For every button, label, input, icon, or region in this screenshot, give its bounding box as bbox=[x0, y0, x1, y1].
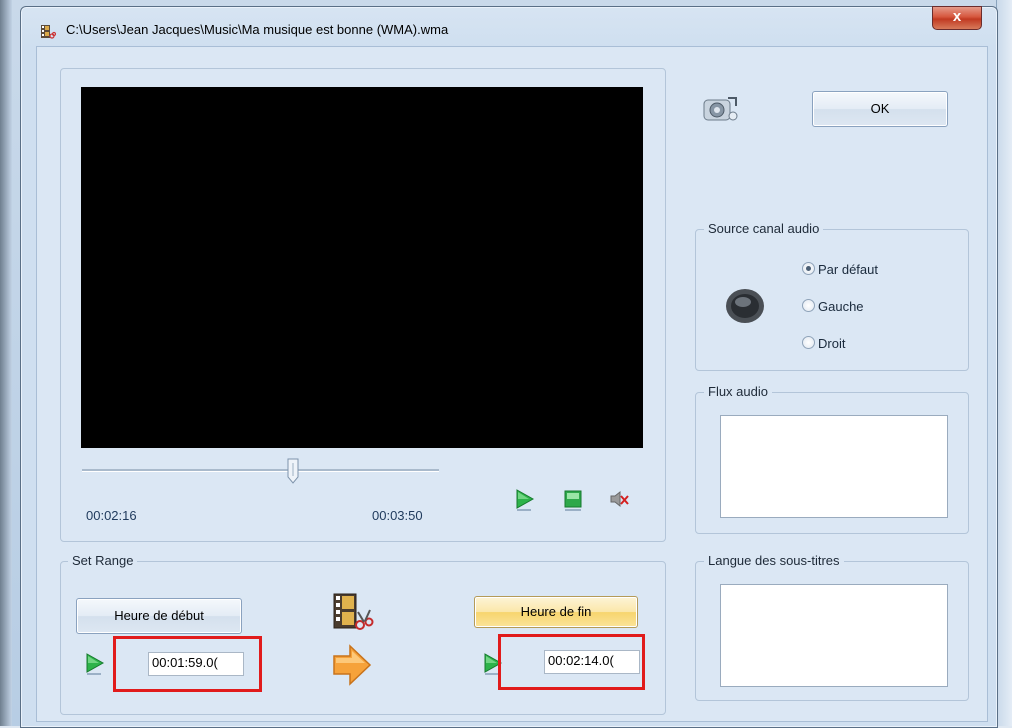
start-time-button[interactable]: Heure de début bbox=[76, 598, 242, 634]
radio-indicator[interactable] bbox=[802, 262, 815, 275]
window-title: C:\Users\Jean Jacques\Music\Ma musique e… bbox=[66, 22, 449, 37]
video-display bbox=[81, 87, 643, 448]
play-icon[interactable] bbox=[514, 488, 536, 512]
radio-indicator[interactable] bbox=[802, 299, 815, 312]
radio-par-defaut[interactable]: Par défaut bbox=[802, 262, 878, 277]
audio-source-title: Source canal audio bbox=[704, 221, 824, 236]
audio-stream-list[interactable] bbox=[720, 415, 948, 518]
audio-settings-icon[interactable] bbox=[700, 94, 740, 128]
arrow-right-icon bbox=[332, 644, 372, 686]
end-time-field[interactable]: 00:02:14.0( bbox=[544, 650, 640, 674]
start-time-field[interactable]: 00:01:59.0( bbox=[148, 652, 244, 676]
mute-icon[interactable] bbox=[608, 488, 630, 512]
film-scissors-icon bbox=[332, 592, 374, 632]
background-window-edge bbox=[0, 0, 12, 726]
set-range-title: Set Range bbox=[68, 553, 138, 568]
speaker-icon bbox=[724, 285, 766, 327]
radio-label: Gauche bbox=[818, 299, 864, 314]
radio-gauche[interactable]: Gauche bbox=[802, 299, 864, 314]
close-button[interactable]: x bbox=[932, 6, 982, 30]
play-start-icon[interactable] bbox=[84, 652, 106, 676]
radio-label: Droit bbox=[818, 336, 846, 351]
seek-slider-thumb[interactable] bbox=[287, 458, 299, 484]
radio-droit[interactable]: Droit bbox=[802, 336, 845, 351]
stop-icon[interactable] bbox=[562, 488, 584, 512]
subtitles-title: Langue des sous-titres bbox=[704, 553, 844, 568]
audio-stream-title: Flux audio bbox=[704, 384, 772, 399]
seek-slider-track[interactable] bbox=[82, 469, 439, 472]
total-time: 00:03:50 bbox=[372, 508, 423, 523]
radio-label: Par défaut bbox=[818, 262, 878, 277]
background-window-edge-right bbox=[996, 0, 1012, 726]
ok-button[interactable]: OK bbox=[812, 91, 948, 127]
end-time-button[interactable]: Heure de fin bbox=[474, 596, 638, 628]
film-cut-icon bbox=[40, 24, 57, 40]
current-time: 00:02:16 bbox=[86, 508, 137, 523]
radio-indicator[interactable] bbox=[802, 336, 815, 349]
subtitles-list[interactable] bbox=[720, 584, 948, 687]
